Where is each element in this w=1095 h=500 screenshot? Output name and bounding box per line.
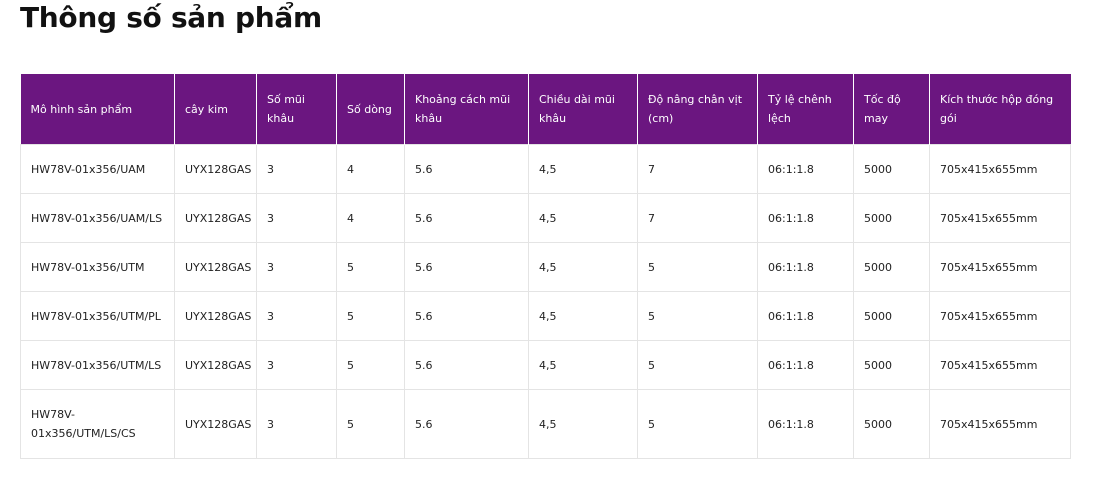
- cell-presser-foot-lift: 5: [637, 340, 758, 390]
- cell-stitch-length: 4,5: [528, 291, 638, 341]
- column-header-model: Mô hình sản phẩm: [20, 74, 175, 145]
- cell-stitch-spacing: 5.6: [404, 242, 529, 292]
- cell-stitch-length: 4,5: [528, 144, 638, 194]
- cell-needle: UYX128GAS: [174, 389, 257, 459]
- column-header-stitch-length: Chiều dài mũi khâu: [528, 74, 638, 145]
- cell-stitch-spacing: 5.6: [404, 193, 529, 243]
- column-header-stitch-count: Số mũi khâu: [256, 74, 337, 145]
- cell-stitch-spacing: 5.6: [404, 291, 529, 341]
- cell-presser-foot-lift: 5: [637, 291, 758, 341]
- cell-needle: UYX128GAS: [174, 242, 257, 292]
- cell-presser-foot-lift: 5: [637, 242, 758, 292]
- cell-lines: 5: [336, 242, 405, 292]
- cell-stitch-length: 4,5: [528, 389, 638, 459]
- cell-model: HW78V-01x356/UAM/LS: [20, 193, 175, 243]
- cell-model: HW78V-01x356/UTM/LS/CS: [20, 389, 175, 459]
- cell-lines: 5: [336, 291, 405, 341]
- column-header-sewing-speed: Tốc độ may: [853, 74, 930, 145]
- cell-differential-ratio: 06:1:1.8: [757, 389, 854, 459]
- cell-lines: 5: [336, 389, 405, 459]
- column-header-lines: Số dòng: [336, 74, 405, 145]
- cell-differential-ratio: 06:1:1.8: [757, 193, 854, 243]
- cell-stitch-length: 4,5: [528, 242, 638, 292]
- cell-sewing-speed: 5000: [853, 340, 930, 390]
- cell-stitch-length: 4,5: [528, 193, 638, 243]
- cell-presser-foot-lift: 7: [637, 193, 758, 243]
- cell-stitch-spacing: 5.6: [404, 144, 529, 194]
- cell-model: HW78V-01x356/UAM: [20, 144, 175, 194]
- cell-needle: UYX128GAS: [174, 291, 257, 341]
- cell-sewing-speed: 5000: [853, 291, 930, 341]
- product-spec-table: Mô hình sản phẩm cây kim Số mũi khâu Số …: [20, 74, 1071, 459]
- column-header-presser-foot-lift: Độ nâng chân vịt (cm): [637, 74, 758, 145]
- cell-stitch-spacing: 5.6: [404, 340, 529, 390]
- cell-stitch-count: 3: [256, 242, 337, 292]
- cell-presser-foot-lift: 7: [637, 144, 758, 194]
- cell-sewing-speed: 5000: [853, 242, 930, 292]
- cell-package-size: 705x415x655mm: [929, 389, 1071, 459]
- cell-package-size: 705x415x655mm: [929, 242, 1071, 292]
- table-header-row: Mô hình sản phẩm cây kim Số mũi khâu Số …: [20, 74, 1071, 145]
- cell-package-size: 705x415x655mm: [929, 291, 1071, 341]
- cell-package-size: 705x415x655mm: [929, 193, 1071, 243]
- cell-package-size: 705x415x655mm: [929, 144, 1071, 194]
- cell-lines: 5: [336, 340, 405, 390]
- column-header-package-size: Kích thước hộp đóng gói: [929, 74, 1071, 145]
- cell-stitch-count: 3: [256, 193, 337, 243]
- cell-lines: 4: [336, 193, 405, 243]
- cell-stitch-count: 3: [256, 291, 337, 341]
- table-row: HW78V-01x356/UTM/LS UYX128GAS 3 5 5.6 4,…: [20, 340, 1071, 390]
- cell-sewing-speed: 5000: [853, 193, 930, 243]
- column-header-stitch-spacing: Khoảng cách mũi khâu: [404, 74, 529, 145]
- cell-package-size: 705x415x655mm: [929, 340, 1071, 390]
- cell-stitch-spacing: 5.6: [404, 389, 529, 459]
- cell-sewing-speed: 5000: [853, 144, 930, 194]
- cell-presser-foot-lift: 5: [637, 389, 758, 459]
- cell-differential-ratio: 06:1:1.8: [757, 291, 854, 341]
- cell-stitch-count: 3: [256, 340, 337, 390]
- cell-model: HW78V-01x356/UTM: [20, 242, 175, 292]
- cell-model: HW78V-01x356/UTM/LS: [20, 340, 175, 390]
- table-row: HW78V-01x356/UTM/PL UYX128GAS 3 5 5.6 4,…: [20, 291, 1071, 341]
- cell-differential-ratio: 06:1:1.8: [757, 242, 854, 292]
- table-row: HW78V-01x356/UAM UYX128GAS 3 4 5.6 4,5 7…: [20, 144, 1071, 194]
- table-row: HW78V-01x356/UTM/LS/CS UYX128GAS 3 5 5.6…: [20, 389, 1071, 459]
- cell-stitch-count: 3: [256, 389, 337, 459]
- cell-stitch-length: 4,5: [528, 340, 638, 390]
- cell-stitch-count: 3: [256, 144, 337, 194]
- cell-needle: UYX128GAS: [174, 144, 257, 194]
- table-row: HW78V-01x356/UTM UYX128GAS 3 5 5.6 4,5 5…: [20, 242, 1071, 292]
- cell-needle: UYX128GAS: [174, 340, 257, 390]
- column-header-differential-ratio: Tỷ lệ chênh lệch: [757, 74, 854, 145]
- cell-model: HW78V-01x356/UTM/PL: [20, 291, 175, 341]
- cell-differential-ratio: 06:1:1.8: [757, 144, 854, 194]
- page-title: Thông số sản phẩm: [20, 1, 322, 34]
- cell-sewing-speed: 5000: [853, 389, 930, 459]
- column-header-needle: cây kim: [174, 74, 257, 145]
- cell-differential-ratio: 06:1:1.8: [757, 340, 854, 390]
- table-row: HW78V-01x356/UAM/LS UYX128GAS 3 4 5.6 4,…: [20, 193, 1071, 243]
- cell-needle: UYX128GAS: [174, 193, 257, 243]
- cell-lines: 4: [336, 144, 405, 194]
